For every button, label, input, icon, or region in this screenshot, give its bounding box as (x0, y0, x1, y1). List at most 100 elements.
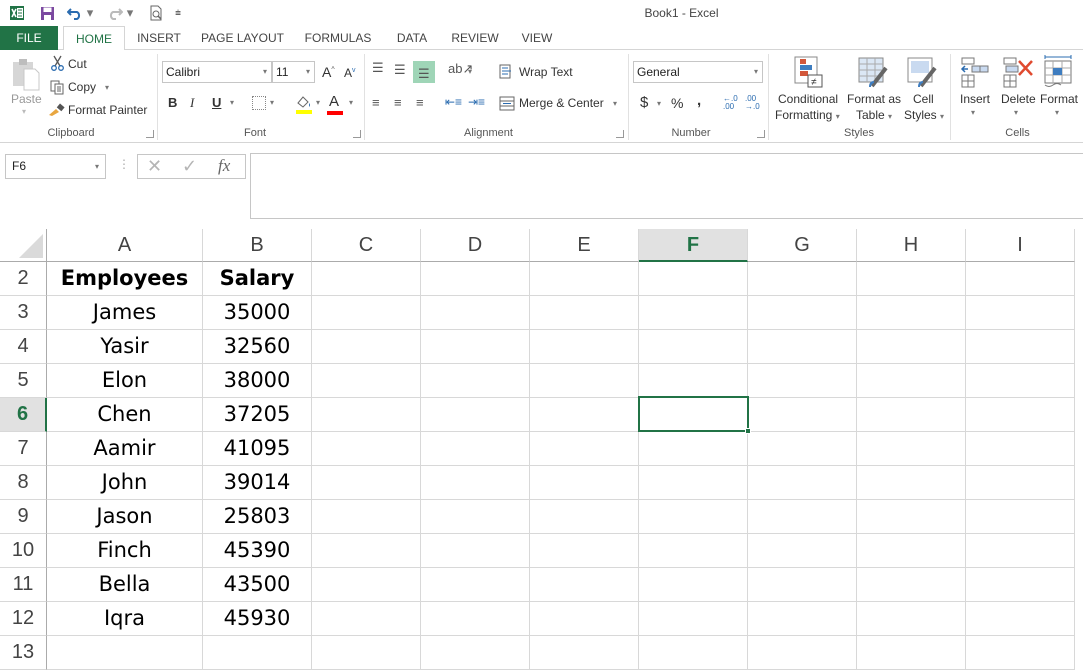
cell-c11[interactable] (312, 568, 421, 602)
cell-b11[interactable]: 43500 (203, 568, 312, 602)
cell-a5[interactable]: Elon (47, 364, 203, 398)
cell-a3[interactable]: James (47, 296, 203, 330)
delete-dropdown-icon[interactable]: ▾ (1014, 108, 1018, 117)
cell-e4[interactable] (530, 330, 639, 364)
cell-i6[interactable] (966, 398, 1075, 432)
cell-g6[interactable] (748, 398, 857, 432)
cell-i2[interactable] (966, 262, 1075, 296)
cell-b12[interactable]: 45930 (203, 602, 312, 636)
row-header-12[interactable]: 12 (0, 602, 47, 636)
cell-b2[interactable]: Salary (203, 262, 312, 296)
cell-f11[interactable] (639, 568, 748, 602)
column-header-i[interactable]: I (966, 229, 1075, 262)
cell-b6[interactable]: 37205 (203, 398, 312, 432)
cell-g7[interactable] (748, 432, 857, 466)
cell-styles-button[interactable]: Styles ▾ (904, 108, 944, 122)
cell-h9[interactable] (857, 500, 966, 534)
cell-h3[interactable] (857, 296, 966, 330)
increase-indent-button[interactable]: ⇥≡ (468, 95, 485, 109)
cell-c9[interactable] (312, 500, 421, 534)
merge-center-button[interactable]: Merge & Center (519, 96, 604, 110)
cell-i4[interactable] (966, 330, 1075, 364)
cell-i9[interactable] (966, 500, 1075, 534)
cell-f2[interactable] (639, 262, 748, 296)
tab-review[interactable]: REVIEW (446, 26, 504, 50)
cell-d6[interactable] (421, 398, 530, 432)
cell-c13[interactable] (312, 636, 421, 670)
cell-d5[interactable] (421, 364, 530, 398)
cell-e6[interactable] (530, 398, 639, 432)
cell-c10[interactable] (312, 534, 421, 568)
cell-h2[interactable] (857, 262, 966, 296)
column-header-h[interactable]: H (857, 229, 966, 262)
cell-e8[interactable] (530, 466, 639, 500)
select-all-button[interactable] (0, 229, 47, 262)
tab-file[interactable]: FILE (0, 26, 58, 50)
cell-f13[interactable] (639, 636, 748, 670)
copy-dropdown-icon[interactable]: ▾ (105, 83, 109, 92)
cell-c12[interactable] (312, 602, 421, 636)
column-header-e[interactable]: E (530, 229, 639, 262)
grow-font-button[interactable]: A^ (322, 64, 335, 80)
row-header-13[interactable]: 13 (0, 636, 47, 670)
row-header-8[interactable]: 8 (0, 466, 47, 500)
tab-view[interactable]: VIEW (513, 26, 561, 50)
cell-h12[interactable] (857, 602, 966, 636)
font-size-select[interactable]: 11 ▾ (272, 61, 315, 83)
row-header-2[interactable]: 2 (0, 262, 47, 296)
bold-button[interactable]: B (168, 95, 177, 110)
cell-c7[interactable] (312, 432, 421, 466)
increase-decimal-button[interactable]: ←.0 .00 (723, 95, 739, 111)
comma-button[interactable]: , (697, 92, 701, 109)
cell-e11[interactable] (530, 568, 639, 602)
cell-c5[interactable] (312, 364, 421, 398)
number-format-select[interactable]: General ▾ (633, 61, 763, 83)
cell-b3[interactable]: 35000 (203, 296, 312, 330)
cell-h5[interactable] (857, 364, 966, 398)
cell-f5[interactable] (639, 364, 748, 398)
align-center-button[interactable]: ≡ (394, 95, 402, 110)
formula-bar-grip-icon[interactable]: ⋮ (118, 157, 130, 171)
tab-home[interactable]: HOME (63, 26, 125, 51)
paste-icon[interactable] (10, 56, 42, 92)
cell-h6[interactable] (857, 398, 966, 432)
shrink-font-button[interactable]: Av (344, 66, 356, 80)
cell-a10[interactable]: Finch (47, 534, 203, 568)
cell-f3[interactable] (639, 296, 748, 330)
format-cells-button[interactable]: Format (1040, 92, 1078, 106)
decrease-indent-button[interactable]: ⇤≡ (445, 95, 462, 109)
cell-h8[interactable] (857, 466, 966, 500)
column-header-a[interactable]: A (47, 229, 203, 262)
cell-d9[interactable] (421, 500, 530, 534)
cell-h4[interactable] (857, 330, 966, 364)
tab-insert[interactable]: INSERT (130, 26, 188, 50)
row-header-6[interactable]: 6 (0, 398, 47, 432)
borders-dropdown-icon[interactable]: ▾ (270, 98, 274, 107)
tab-formulas[interactable]: FORMULAS (297, 26, 379, 50)
name-box[interactable]: F6 ▾ (5, 154, 106, 179)
format-dropdown-icon[interactable]: ▾ (1055, 108, 1059, 117)
copy-button[interactable]: Copy (68, 80, 96, 94)
fill-handle[interactable] (745, 428, 751, 434)
cell-f12[interactable] (639, 602, 748, 636)
cell-f10[interactable] (639, 534, 748, 568)
orientation-dropdown-icon[interactable]: ▾ (468, 67, 472, 76)
clipboard-launcher-icon[interactable] (146, 130, 154, 138)
cell-e5[interactable] (530, 364, 639, 398)
cell-a13[interactable] (47, 636, 203, 670)
decrease-decimal-button[interactable]: .00 →.0 (745, 95, 761, 111)
cell-styles-label-1[interactable]: Cell (913, 92, 934, 106)
insert-function-icon[interactable]: fx (218, 156, 230, 176)
cell-g10[interactable] (748, 534, 857, 568)
cell-i3[interactable] (966, 296, 1075, 330)
cell-h11[interactable] (857, 568, 966, 602)
formula-input[interactable] (250, 153, 1083, 219)
cell-b4[interactable]: 32560 (203, 330, 312, 364)
cell-d3[interactable] (421, 296, 530, 330)
cell-b5[interactable]: 38000 (203, 364, 312, 398)
fill-color-icon[interactable] (295, 94, 313, 114)
cell-g2[interactable] (748, 262, 857, 296)
cell-i7[interactable] (966, 432, 1075, 466)
cell-c4[interactable] (312, 330, 421, 364)
conditional-formatting-button[interactable]: Formatting ▾ (775, 108, 840, 122)
